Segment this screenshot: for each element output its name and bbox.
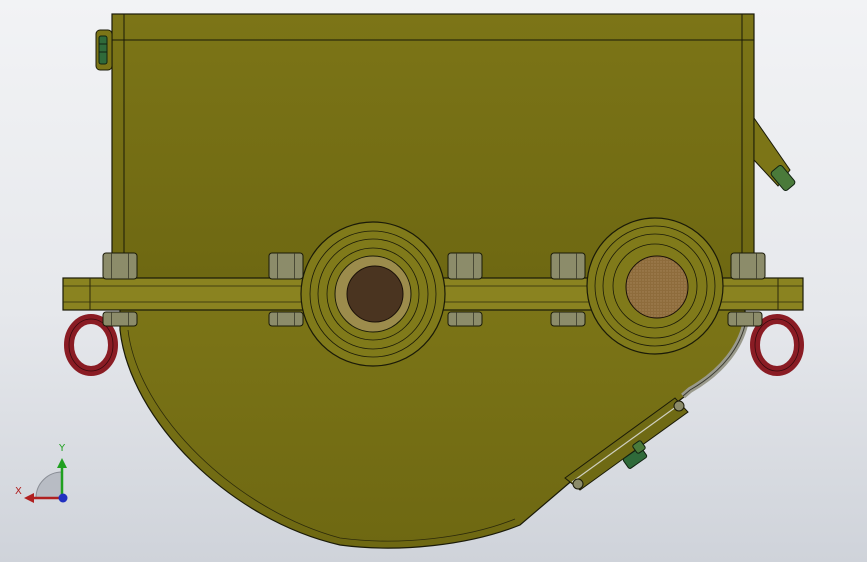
- bolt-nut-bottom: [727, 311, 763, 327]
- triad-x-label: X: [15, 486, 22, 497]
- triad-z-origin: [58, 493, 68, 503]
- triad-x-arrow: [24, 493, 34, 503]
- output-shaft[interactable]: [625, 255, 689, 319]
- bolt-nut-bottom: [550, 311, 586, 327]
- bolt-nut-top: [730, 252, 766, 280]
- coordinate-triad[interactable]: [24, 458, 68, 503]
- triad-y-label: Y: [59, 443, 66, 454]
- bolt-nut-top: [102, 252, 138, 280]
- lifting-eye-left: [64, 314, 118, 376]
- input-shaft[interactable]: [346, 265, 404, 323]
- triad-quadrant: [35, 471, 63, 499]
- drain-fitting: [753, 116, 796, 191]
- lifting-eye-right: [750, 314, 804, 376]
- bolt-nut-bottom: [447, 311, 483, 327]
- bolt-nut-bottom: [102, 311, 138, 327]
- triad-y-arrow: [57, 458, 67, 468]
- bolt-nut-top: [447, 252, 483, 280]
- gearbox-drawing: [24, 13, 804, 549]
- bolt-nut-top: [550, 252, 586, 280]
- bolt-nut-top: [268, 252, 304, 280]
- bolt-nut-bottom: [268, 311, 304, 327]
- cad-viewport[interactable]: Y X: [0, 0, 867, 562]
- breather-fitting: [95, 29, 113, 71]
